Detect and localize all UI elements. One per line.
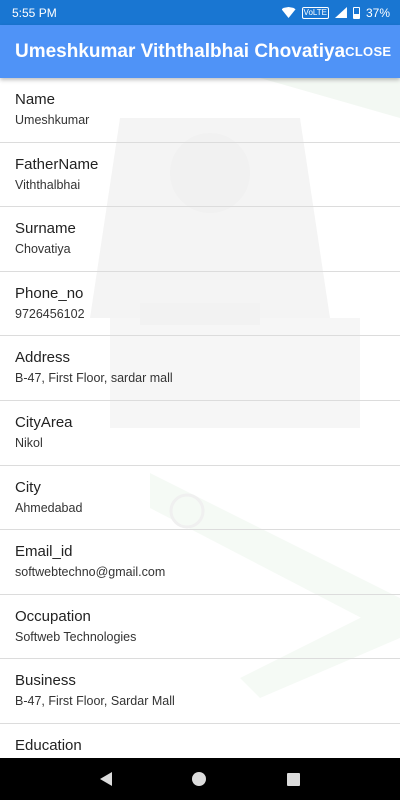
field-value: Umeshkumar — [15, 113, 90, 127]
list-item: Surname Chovatiya — [0, 207, 400, 272]
field-label: Surname — [15, 220, 76, 238]
field-value: Nikol — [15, 435, 43, 450]
wifi-icon — [281, 7, 296, 18]
list-item: Education — [0, 724, 400, 758]
list-item: Business B-47, First Floor, Sardar Mall — [0, 659, 400, 724]
page-title: Umeshkumar Viththalbhai Chovatiya — [15, 40, 346, 62]
status-bar: 5:55 PM VoLTE 37% — [0, 0, 400, 25]
signal-icon — [334, 7, 347, 18]
home-icon[interactable] — [192, 772, 207, 786]
field-value: B-47, First Floor, Sardar Mall — [15, 694, 175, 709]
field-label: Business — [15, 672, 76, 690]
field-value: Chovatiya — [15, 242, 71, 257]
field-value: 9726456102 — [15, 306, 85, 321]
list-item: Name Umeshkumar — [0, 78, 400, 143]
battery-icon — [352, 6, 360, 19]
field-label: Address — [15, 349, 71, 367]
field-label: Phone_no — [15, 284, 84, 302]
field-label: Education — [15, 736, 82, 754]
app-bar: Umeshkumar Viththalbhai Chovatiya CLOSE — [0, 25, 400, 78]
list-item: FatherName Viththalbhai — [0, 143, 400, 208]
list-item: Occupation Softweb Technologies — [0, 595, 400, 660]
field-label: Occupation — [15, 607, 91, 625]
field-label: CityArea — [15, 413, 73, 431]
recents-icon[interactable] — [286, 772, 300, 786]
navigation-bar — [0, 758, 400, 800]
field-label: Email_id — [15, 543, 73, 561]
field-value: Softweb Technologies — [15, 629, 137, 644]
list-item: Phone_no 9726456102 — [0, 272, 400, 337]
close-button[interactable]: CLOSE — [345, 44, 391, 59]
list-item: Email_id softwebtechno@gmail.com — [0, 530, 400, 595]
field-value: Ahmedabad — [15, 500, 83, 515]
field-label: FatherName — [15, 155, 99, 173]
back-icon[interactable] — [100, 772, 113, 786]
list-item: Address B-47, First Floor, sardar mall — [0, 336, 400, 401]
battery-percent: 37% — [365, 5, 390, 20]
field-value: B-47, First Floor, sardar mall — [15, 371, 173, 386]
status-time: 5:55 PM — [12, 5, 57, 20]
field-value: softwebtechno@gmail.com — [15, 565, 166, 580]
status-icons: VoLTE 37% — [281, 5, 390, 20]
list-item: City Ahmedabad — [0, 466, 400, 531]
field-label: Name — [15, 91, 56, 108]
field-label: City — [15, 478, 41, 496]
field-value: Viththalbhai — [15, 177, 81, 192]
list-item: CityArea Nikol — [0, 401, 400, 466]
volte-icon: VoLTE — [301, 6, 329, 19]
details-list-container[interactable]: Name Umeshkumar FatherName Viththalbhai … — [0, 78, 400, 758]
details-list: Name Umeshkumar FatherName Viththalbhai … — [0, 78, 400, 758]
